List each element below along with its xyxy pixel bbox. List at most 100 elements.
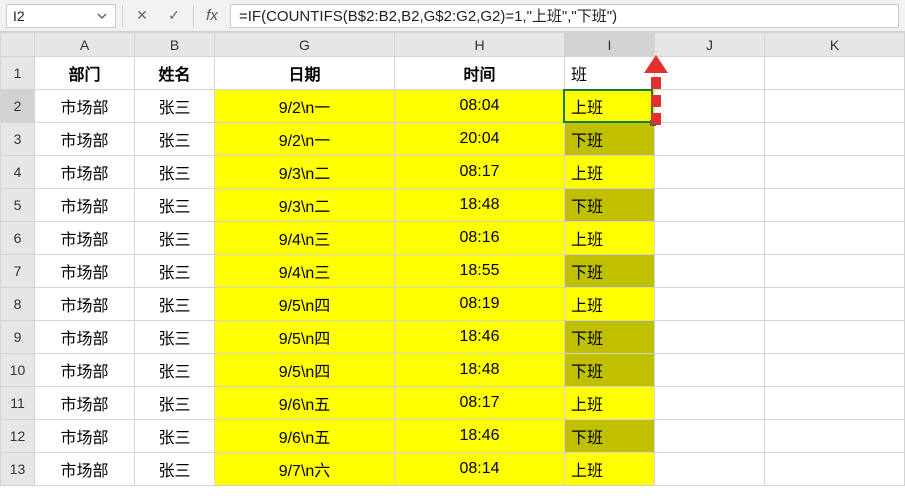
cell-I13[interactable]: 上班 [565,453,655,486]
row-header-1[interactable]: 1 [1,57,35,90]
cell-A1[interactable]: 部门 [35,57,135,90]
cell-A10[interactable]: 市场部 [35,354,135,387]
cell-H8[interactable]: 08:19 [395,288,565,321]
name-box-dropdown-icon[interactable] [95,9,109,23]
cell-J3[interactable] [655,123,765,156]
cell-K1[interactable] [765,57,905,90]
cell-J5[interactable] [655,189,765,222]
row-header-7[interactable]: 7 [1,255,35,288]
cell-J1[interactable] [655,57,765,90]
col-header-I[interactable]: I [565,33,655,57]
row-header-12[interactable]: 12 [1,420,35,453]
cell-I9[interactable]: 下班 [565,321,655,354]
cell-G3[interactable]: 9/2\n一 [215,123,395,156]
row-header-2[interactable]: 2 [1,90,35,123]
cell-A8[interactable]: 市场部 [35,288,135,321]
cell-B11[interactable]: 张三 [135,387,215,420]
cell-B12[interactable]: 张三 [135,420,215,453]
cell-K4[interactable] [765,156,905,189]
cell-J2[interactable] [655,90,765,123]
cell-H7[interactable]: 18:55 [395,255,565,288]
cell-B9[interactable]: 张三 [135,321,215,354]
cell-A13[interactable]: 市场部 [35,453,135,486]
cell-J13[interactable] [655,453,765,486]
cell-J8[interactable] [655,288,765,321]
cell-B5[interactable]: 张三 [135,189,215,222]
cell-J4[interactable] [655,156,765,189]
cell-K10[interactable] [765,354,905,387]
cell-A12[interactable]: 市场部 [35,420,135,453]
cell-H12[interactable]: 18:46 [395,420,565,453]
cell-A5[interactable]: 市场部 [35,189,135,222]
row-header-5[interactable]: 5 [1,189,35,222]
cell-G2[interactable]: 9/2\n一 [215,90,395,123]
cell-H3[interactable]: 20:04 [395,123,565,156]
cell-J12[interactable] [655,420,765,453]
cell-B13[interactable]: 张三 [135,453,215,486]
cell-H4[interactable]: 08:17 [395,156,565,189]
cell-G11[interactable]: 9/6\n五 [215,387,395,420]
cell-B10[interactable]: 张三 [135,354,215,387]
cell-A4[interactable]: 市场部 [35,156,135,189]
cell-G9[interactable]: 9/5\n四 [215,321,395,354]
cell-I10[interactable]: 下班 [565,354,655,387]
cancel-button[interactable]: ✕ [129,4,155,28]
cell-G4[interactable]: 9/3\n二 [215,156,395,189]
fx-icon[interactable]: fx [200,7,224,24]
row-header-9[interactable]: 9 [1,321,35,354]
cell-H6[interactable]: 08:16 [395,222,565,255]
cell-G7[interactable]: 9/4\n三 [215,255,395,288]
cell-B7[interactable]: 张三 [135,255,215,288]
cell-K7[interactable] [765,255,905,288]
spreadsheet-grid[interactable]: A B G H I J K 1 部门 姓名 日期 时间 班 2市场部张三9/2\… [0,32,905,500]
cell-H10[interactable]: 18:48 [395,354,565,387]
cell-G8[interactable]: 9/5\n四 [215,288,395,321]
cell-K6[interactable] [765,222,905,255]
cell-A2[interactable]: 市场部 [35,90,135,123]
cell-A3[interactable]: 市场部 [35,123,135,156]
cell-G12[interactable]: 9/6\n五 [215,420,395,453]
col-header-G[interactable]: G [215,33,395,57]
name-box[interactable]: I2 [6,4,116,28]
cell-H1[interactable]: 时间 [395,57,565,90]
cell-G13[interactable]: 9/7\n六 [215,453,395,486]
cell-A11[interactable]: 市场部 [35,387,135,420]
cell-K3[interactable] [765,123,905,156]
cell-K9[interactable] [765,321,905,354]
cell-B6[interactable]: 张三 [135,222,215,255]
col-header-K[interactable]: K [765,33,905,57]
cell-B3[interactable]: 张三 [135,123,215,156]
row-header-11[interactable]: 11 [1,387,35,420]
cell-K12[interactable] [765,420,905,453]
cell-I1[interactable]: 班 [565,57,655,90]
cell-J9[interactable] [655,321,765,354]
cell-B2[interactable]: 张三 [135,90,215,123]
cell-I6[interactable]: 上班 [565,222,655,255]
cell-I8[interactable]: 上班 [565,288,655,321]
cell-H2[interactable]: 08:04 [395,90,565,123]
col-header-A[interactable]: A [35,33,135,57]
cell-J11[interactable] [655,387,765,420]
cell-G5[interactable]: 9/3\n二 [215,189,395,222]
cell-I4[interactable]: 上班 [565,156,655,189]
cell-H5[interactable]: 18:48 [395,189,565,222]
col-header-B[interactable]: B [135,33,215,57]
cell-B8[interactable]: 张三 [135,288,215,321]
cell-G6[interactable]: 9/4\n三 [215,222,395,255]
cell-A6[interactable]: 市场部 [35,222,135,255]
fill-handle[interactable] [650,120,656,126]
cell-H11[interactable]: 08:17 [395,387,565,420]
cell-J7[interactable] [655,255,765,288]
cell-J6[interactable] [655,222,765,255]
cell-H9[interactable]: 18:46 [395,321,565,354]
cell-K2[interactable] [765,90,905,123]
row-header-10[interactable]: 10 [1,354,35,387]
col-header-H[interactable]: H [395,33,565,57]
cell-G10[interactable]: 9/5\n四 [215,354,395,387]
cell-K8[interactable] [765,288,905,321]
cell-H13[interactable]: 08:14 [395,453,565,486]
cell-K13[interactable] [765,453,905,486]
cell-I3[interactable]: 下班 [565,123,655,156]
row-header-13[interactable]: 13 [1,453,35,486]
cell-I2[interactable]: 上班 [565,90,655,123]
